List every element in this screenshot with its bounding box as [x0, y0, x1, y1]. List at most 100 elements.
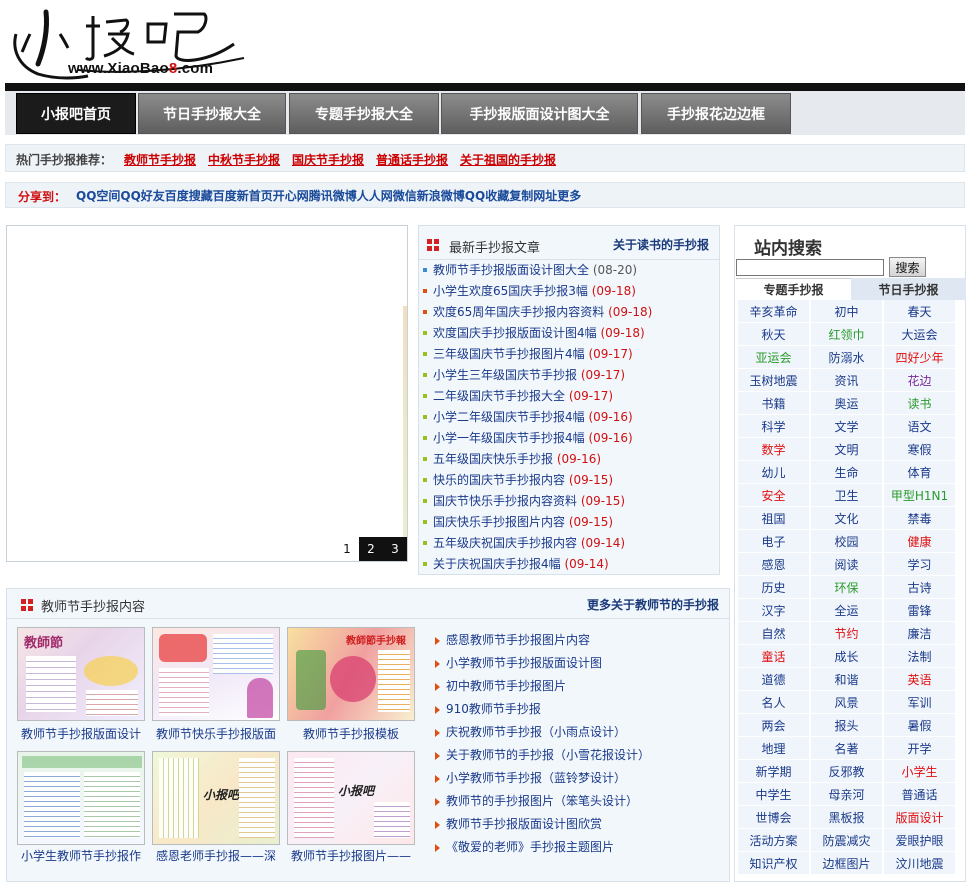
article-item[interactable]: 关于庆祝国庆手抄报4幅 (09-14) [421, 554, 719, 575]
article-title[interactable]: 国庆节快乐手抄报内容资料 [433, 494, 577, 508]
sidebar-tag-link[interactable]: 奥运 [811, 392, 882, 415]
site-logo[interactable]: www.XiaoBao8.com [8, 4, 248, 82]
sidebar-tag-link[interactable]: 寒假 [884, 438, 955, 461]
nav-topic[interactable]: 专题手抄报大全 [289, 93, 439, 134]
sidebar-tag-link[interactable]: 禁毒 [884, 507, 955, 530]
nav-home[interactable]: 小报吧首页 [16, 93, 136, 134]
article-item[interactable]: 国庆节快乐手抄报内容资料 (09-15) [421, 491, 719, 512]
sidebar-tag-link[interactable]: 反邪教 [811, 760, 882, 783]
sidebar-tag-link[interactable]: 四好少年 [884, 346, 955, 369]
hot-link[interactable]: 中秋节手抄报 [208, 151, 280, 168]
sidebar-tag-link[interactable]: 阅读 [811, 553, 882, 576]
sidebar-tag-link[interactable]: 花边 [884, 369, 955, 392]
thumbnail[interactable]: 小报吧 [152, 751, 280, 845]
sidebar-tag-link[interactable]: 校园 [811, 530, 882, 553]
sidebar-tag-link[interactable]: 安全 [738, 484, 809, 507]
teachers-article-item[interactable]: 小学教师节手抄报（蓝铃梦设计） [435, 767, 650, 790]
more-link[interactable]: 更多关于教师节的手抄报 [587, 596, 719, 613]
sidebar-tag-link[interactable]: 法制 [884, 645, 955, 668]
sidebar-tag-link[interactable]: 祖国 [738, 507, 809, 530]
teachers-article-item[interactable]: 910教师节手抄报 [435, 698, 650, 721]
slideshow[interactable]: 1 2 3 [6, 225, 408, 562]
sidebar-tag-link[interactable]: 古诗 [884, 576, 955, 599]
sidebar-tag-link[interactable]: 历史 [738, 576, 809, 599]
sidebar-tag-link[interactable]: 名著 [811, 737, 882, 760]
sidebar-tag-link[interactable]: 感恩 [738, 553, 809, 576]
thumbnail[interactable]: 教師節手抄報 [287, 627, 415, 721]
article-item[interactable]: 快乐的国庆节手抄报内容 (09-15) [421, 470, 719, 491]
search-button[interactable]: 搜索 [889, 257, 926, 277]
sidebar-tag-link[interactable]: 汉字 [738, 599, 809, 622]
article-title[interactable]: 快乐的国庆节手抄报内容 [433, 473, 565, 487]
article-item[interactable]: 教师节手抄报版面设计图大全 (08-20) [421, 260, 719, 281]
article-title[interactable]: 关于庆祝国庆手抄报4幅 [433, 557, 561, 571]
teachers-article-item[interactable]: 小学教师节手抄报版面设计图 [435, 652, 650, 675]
sidebar-tag-link[interactable]: 童话 [738, 645, 809, 668]
sidebar-tag-link[interactable]: 防溺水 [811, 346, 882, 369]
tab-festival[interactable]: 节日手抄报 [851, 278, 966, 300]
sidebar-tag-link[interactable]: 小学生 [884, 760, 955, 783]
article-title[interactable]: 小学二年级国庆节手抄报4幅 [433, 410, 585, 424]
sidebar-tag-link[interactable]: 语文 [884, 415, 955, 438]
sidebar-tag-link[interactable]: 新学期 [738, 760, 809, 783]
sidebar-tag-link[interactable]: 秋天 [738, 323, 809, 346]
sidebar-tag-link[interactable]: 知识产权 [738, 852, 809, 875]
sidebar-tag-link[interactable]: 科学 [738, 415, 809, 438]
teachers-article-item[interactable]: 初中教师节手抄报图片 [435, 675, 650, 698]
sidebar-tag-link[interactable]: 学习 [884, 553, 955, 576]
article-item[interactable]: 三年级国庆节手抄报图片4幅 (09-17) [421, 344, 719, 365]
nav-borders[interactable]: 手抄报花边边框 [641, 93, 791, 134]
thumbnail-caption[interactable]: 小学生教师节手抄报作 [14, 847, 148, 864]
article-title[interactable]: 五年级国庆快乐手抄报 [433, 452, 553, 466]
sidebar-tag-link[interactable]: 书籍 [738, 392, 809, 415]
slide-page-button[interactable]: 2 [359, 537, 383, 561]
sidebar-tag-link[interactable]: 世博会 [738, 806, 809, 829]
sidebar-tag-link[interactable]: 雷锋 [884, 599, 955, 622]
sidebar-tag-link[interactable]: 中学生 [738, 783, 809, 806]
tab-topic[interactable]: 专题手抄报 [736, 278, 851, 300]
teachers-article-item[interactable]: 教师节手抄报版面设计图欣赏 [435, 813, 650, 836]
thumbnail-caption[interactable]: 感恩老师手抄报——深 [149, 847, 283, 864]
share-links[interactable]: QQ空间QQ好友百度搜藏百度新首页开心网腾讯微博人人网微信新浪微博QQ收藏复制网… [76, 187, 581, 204]
sidebar-tag-link[interactable]: 名人 [738, 691, 809, 714]
teachers-article-item[interactable]: 关于教师节的手抄报（小雪花报设计） [435, 744, 650, 767]
sidebar-tag-link[interactable]: 健康 [884, 530, 955, 553]
sidebar-tag-link[interactable]: 体育 [884, 461, 955, 484]
hot-link[interactable]: 教师节手抄报 [124, 151, 196, 168]
teachers-article-item[interactable]: 感恩教师节手抄报图片内容 [435, 629, 650, 652]
sidebar-tag-link[interactable]: 文化 [811, 507, 882, 530]
sidebar-tag-link[interactable]: 春天 [884, 300, 955, 323]
sidebar-tag-link[interactable]: 资讯 [811, 369, 882, 392]
slide-page-button[interactable]: 3 [383, 537, 407, 561]
sidebar-tag-link[interactable]: 初中 [811, 300, 882, 323]
thumbnail[interactable] [17, 751, 145, 845]
article-item[interactable]: 二年级国庆节手抄报大全 (09-17) [421, 386, 719, 407]
article-title[interactable]: 欢度65周年国庆手抄报内容资料 [433, 305, 604, 319]
hot-link[interactable]: 普通话手抄报 [376, 151, 448, 168]
sidebar-tag-link[interactable]: 报头 [811, 714, 882, 737]
sidebar-tag-link[interactable]: 军训 [884, 691, 955, 714]
sidebar-tag-link[interactable]: 防震减灾 [811, 829, 882, 852]
sidebar-tag-link[interactable]: 红领巾 [811, 323, 882, 346]
sidebar-tag-link[interactable]: 爱眼护眼 [884, 829, 955, 852]
nav-festival[interactable]: 节日手抄报大全 [138, 93, 286, 134]
sidebar-tag-link[interactable]: 黑板报 [811, 806, 882, 829]
article-title[interactable]: 二年级国庆节手抄报大全 [433, 389, 565, 403]
hot-link[interactable]: 关于祖国的手抄报 [460, 151, 556, 168]
hot-link[interactable]: 国庆节手抄报 [292, 151, 364, 168]
sidebar-tag-link[interactable]: 节约 [811, 622, 882, 645]
article-item[interactable]: 欢度国庆手抄报版面设计图4幅 (09-18) [421, 323, 719, 344]
sidebar-tag-link[interactable]: 汶川地震 [884, 852, 955, 875]
sidebar-tag-link[interactable]: 成长 [811, 645, 882, 668]
nav-layout-design[interactable]: 手抄报版面设计图大全 [441, 93, 638, 134]
sidebar-tag-link[interactable]: 文明 [811, 438, 882, 461]
thumbnail[interactable]: 小报吧 [287, 751, 415, 845]
sidebar-tag-link[interactable]: 边框图片 [811, 852, 882, 875]
thumbnail-caption[interactable]: 教师节手抄报图片—— [284, 847, 418, 864]
article-title[interactable]: 三年级国庆节手抄报图片4幅 [433, 347, 585, 361]
sidebar-tag-link[interactable]: 暑假 [884, 714, 955, 737]
sidebar-tag-link[interactable]: 两会 [738, 714, 809, 737]
thumbnail-caption[interactable]: 教师节快乐手抄报版面 [149, 725, 283, 742]
article-item[interactable]: 五年级庆祝国庆手抄报内容 (09-14) [421, 533, 719, 554]
article-title[interactable]: 小学生三年级国庆节手抄报 [433, 368, 577, 382]
